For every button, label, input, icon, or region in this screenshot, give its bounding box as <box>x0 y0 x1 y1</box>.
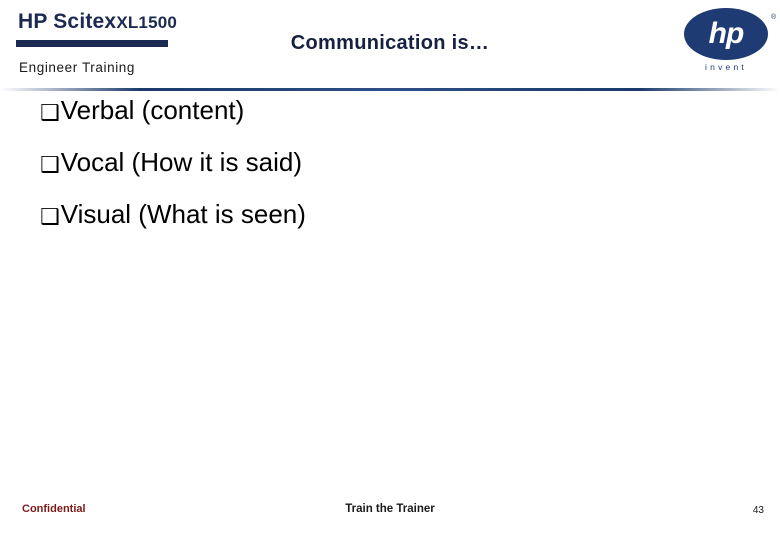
square-bullet-icon: ❑ <box>40 152 60 178</box>
product-logo-main: HP Scitex <box>18 10 117 33</box>
slide-header: HP ScitexXL1500 Engineer Training Commun… <box>0 0 780 91</box>
list-item: ❑ Vocal (How it is said) <box>40 146 740 178</box>
page-number: 43 <box>752 505 764 516</box>
hp-logo-letters: hp <box>708 17 745 50</box>
list-item: ❑ Verbal (content) <box>40 95 740 126</box>
square-bullet-icon: ❑ <box>40 101 60 126</box>
list-item-label: Vocal (How it is said) <box>60 146 303 177</box>
square-bullet-icon: ❑ <box>40 204 60 230</box>
list-item-label: Visual (What is seen) <box>60 198 306 229</box>
header-divider <box>0 88 780 91</box>
bullet-list: ❑ Verbal (content) ❑ Vocal (How it is sa… <box>40 95 740 252</box>
hp-invent-logo: hp ® invent <box>676 8 780 82</box>
registered-trademark-icon: ® <box>771 14 777 21</box>
list-item-label: Verbal (content) <box>60 95 245 125</box>
hp-logo-tagline: invent <box>705 62 747 72</box>
product-logo: HP ScitexXL1500 <box>18 10 177 34</box>
list-item: ❑ Visual (What is seen) <box>40 198 740 230</box>
page-title: Communication is… <box>290 32 490 54</box>
product-logo-model: XL1500 <box>116 13 178 32</box>
header-subtitle: Engineer Training <box>19 60 136 75</box>
footer-course-title: Train the Trainer <box>345 503 435 515</box>
